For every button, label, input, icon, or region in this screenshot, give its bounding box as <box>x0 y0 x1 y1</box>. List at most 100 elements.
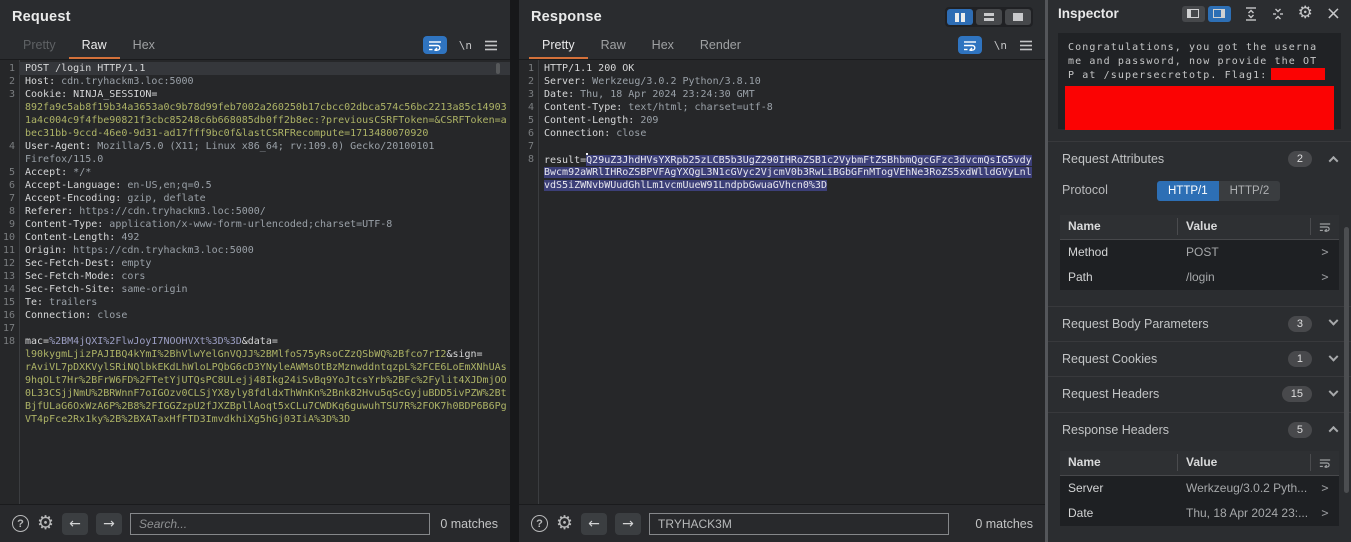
help-icon[interactable]: ? <box>12 515 29 532</box>
code-line[interactable]: 18mac=%2BM4jQXI%2FlwJoyI7NOOHVXt%3D%3D&d… <box>0 335 510 348</box>
burp-repeater-view: Request PrettyRawHex \n 1POST /lo <box>0 0 1351 542</box>
code-line[interactable]: 14Sec-Fetch-Site: same-origin <box>0 283 510 296</box>
table-header-row: NameValue <box>1060 215 1339 240</box>
code-line[interactable]: 1POST /login HTTP/1.1 <box>0 62 510 75</box>
request-search-input[interactable] <box>130 513 430 535</box>
code-line[interactable]: 6Connection: close <box>519 127 1045 140</box>
response-title: Response <box>531 9 602 25</box>
code-line[interactable]: 4User-Agent: Mozilla/5.0 (X11; Linux x86… <box>0 140 510 153</box>
code-line[interactable]: 7Accept-Encoding: gzip, deflate <box>0 192 510 205</box>
request-editor[interactable]: 1POST /login HTTP/1.12Host: cdn.tryhackm… <box>0 60 510 504</box>
tab-pretty[interactable]: Pretty <box>529 35 588 59</box>
expand-all-icon[interactable] <box>1244 7 1258 21</box>
response-editor[interactable]: 1HTTP/1.1 200 OK2Server: Werkzeug/3.0.2 … <box>519 60 1045 504</box>
inspector-close-icon[interactable]: × <box>1326 5 1341 23</box>
editor-menu-icon[interactable] <box>1019 40 1033 51</box>
search-next-button[interactable]: → <box>615 513 641 535</box>
show-newlines-toggle[interactable]: \n <box>459 39 472 52</box>
table-row[interactable]: ServerWerkzeug/3.0.2 Pyth...> <box>1060 476 1339 501</box>
table-row[interactable]: DateThu, 18 Apr 2024 23:...> <box>1060 501 1339 526</box>
code-line[interactable]: 11Origin: https://cdn.tryhackm3.loc:5000 <box>0 244 510 257</box>
show-newlines-toggle[interactable]: \n <box>994 39 1007 52</box>
code-line[interactable]: 9hqOLt7Hr%2BFrW6FD%2FTetYjUTQsPC8ULejj48… <box>0 374 510 387</box>
code-line[interactable]: 2Server: Werkzeug/3.0.2 Python/3.8.10 <box>519 75 1045 88</box>
search-prev-button[interactable]: ← <box>581 513 607 535</box>
section-request-cookies[interactable]: Request Cookies 1 <box>1048 341 1351 376</box>
code-line[interactable]: 17 <box>0 322 510 335</box>
code-line[interactable]: rAviVL7pDXKVylSRiNQlbkEKdLhWloLPQbG6cD3Y… <box>0 361 510 374</box>
collapse-all-icon[interactable] <box>1271 7 1285 21</box>
help-icon[interactable]: ? <box>531 515 548 532</box>
line-number: 1 <box>0 62 19 75</box>
section-request-attributes[interactable]: Request Attributes 2 <box>1048 141 1351 176</box>
request-scrollbar-thumb[interactable] <box>496 63 500 74</box>
request-panel: Request PrettyRawHex \n 1POST /lo <box>0 0 519 542</box>
response-match-count: 0 matches <box>975 517 1033 531</box>
tab-hex[interactable]: Hex <box>639 35 687 59</box>
code-line[interactable]: Bwcm92aWRlIHRoZSBPVFAgYXQgL3N1cGVyc2Vjcm… <box>519 166 1045 179</box>
table-row[interactable]: MethodPOST> <box>1060 240 1339 265</box>
line-number: 5 <box>519 114 538 127</box>
columns-layout-button[interactable] <box>947 9 973 25</box>
table-row[interactable]: Path/login> <box>1060 265 1339 290</box>
tab-raw[interactable]: Raw <box>588 35 639 59</box>
tab-render[interactable]: Render <box>687 35 754 59</box>
code-line[interactable]: 0L33CSjjNmU%2BRWnnF7oIGOzv0CLSjYX8yly8fd… <box>0 387 510 400</box>
code-line[interactable]: 4Content-Type: text/html; charset=utf-8 <box>519 101 1045 114</box>
tab-hex[interactable]: Hex <box>120 35 168 59</box>
code-line[interactable]: Firefox/115.0 <box>0 153 510 166</box>
code-line[interactable]: 15Te: trailers <box>0 296 510 309</box>
word-wrap-toggle-button[interactable] <box>423 36 447 54</box>
inspector-settings-gear-icon[interactable]: ⚙ <box>1298 5 1313 22</box>
code-line[interactable]: 5Accept: */* <box>0 166 510 179</box>
rows-layout-button[interactable] <box>976 9 1002 25</box>
code-line[interactable]: bec31bb-9ccd-46e0-9d31-ad17fff9bc0f&last… <box>0 127 510 140</box>
code-line[interactable]: 16Connection: close <box>0 309 510 322</box>
code-line[interactable]: 13Sec-Fetch-Mode: cors <box>0 270 510 283</box>
single-layout-button[interactable] <box>1005 9 1031 25</box>
code-line[interactable]: 1HTTP/1.1 200 OK <box>519 62 1045 75</box>
code-line[interactable]: 8Referer: https://cdn.tryhackm3.loc:5000… <box>0 205 510 218</box>
code-line[interactable]: 892fa9c5ab8f19b34a3653a0c9b78d99feb7002a… <box>0 101 510 114</box>
tab-pretty[interactable]: Pretty <box>10 35 69 59</box>
decoded-selection-box[interactable]: Congratulations, you got the userna me a… <box>1058 33 1341 129</box>
code-line[interactable]: 2Host: cdn.tryhackm3.loc:5000 <box>0 75 510 88</box>
protocol-row: Protocol HTTP/1HTTP/2 <box>1048 177 1351 211</box>
tab-raw[interactable]: Raw <box>69 35 120 59</box>
code-line[interactable]: 1a4c004c9f4fbe90821f3cbc85248c6b668085db… <box>0 114 510 127</box>
dock-left-button[interactable] <box>1182 6 1205 22</box>
code-line[interactable]: 12Sec-Fetch-Dest: empty <box>0 257 510 270</box>
code-line[interactable]: vdS5iZWNvbWUudGhlLm1vcmUueW91LndpbGwuaGV… <box>519 179 1045 192</box>
line-number: 17 <box>0 322 19 335</box>
search-settings-gear-icon[interactable]: ⚙ <box>37 514 54 533</box>
word-wrap-icon <box>963 40 977 51</box>
section-request-headers[interactable]: Request Headers 15 <box>1048 376 1351 411</box>
code-line[interactable]: BjfULaG6OxWzA6P%2B8%2FIGGZzpU2fJXZBpllAo… <box>0 400 510 413</box>
line-number: 12 <box>0 257 19 270</box>
code-line[interactable]: 6Accept-Language: en-US,en;q=0.5 <box>0 179 510 192</box>
code-line[interactable]: 10Content-Length: 492 <box>0 231 510 244</box>
protocol-option-http1[interactable]: HTTP/1 <box>1157 181 1219 201</box>
section-response-headers[interactable]: Response Headers 5 <box>1048 412 1351 447</box>
code-line[interactable]: l90kygmLjizPAJIBQ4kYmI%2BhVlwYelGnVQJJ%2… <box>0 348 510 361</box>
search-next-button[interactable]: → <box>96 513 122 535</box>
code-line[interactable]: VT4pFce2Rx1ky%2B%2BXATaxHfFTD3ImvdkhiXg5… <box>0 413 510 426</box>
line-number: 7 <box>519 140 538 153</box>
code-line[interactable]: 5Content-Length: 209 <box>519 114 1045 127</box>
response-search-input[interactable] <box>649 513 949 535</box>
code-line[interactable]: 7 <box>519 140 1045 153</box>
dock-right-button[interactable] <box>1208 6 1231 22</box>
code-line[interactable]: 8result=Q29uZ3JhdHVsYXRpb25zLCB5b3UgZ290… <box>519 153 1045 166</box>
code-line[interactable]: 3Cookie: NINJA_SESSION= <box>0 88 510 101</box>
search-settings-gear-icon[interactable]: ⚙ <box>556 514 573 533</box>
code-line[interactable]: 9Content-Type: application/x-www-form-ur… <box>0 218 510 231</box>
code-line[interactable]: 3Date: Thu, 18 Apr 2024 23:24:30 GMT <box>519 88 1045 101</box>
inspector-scrollbar-thumb[interactable] <box>1344 227 1349 493</box>
editor-menu-icon[interactable] <box>484 40 498 51</box>
response-tabbar: PrettyRawHexRender \n <box>519 34 1045 60</box>
line-number <box>0 153 19 166</box>
section-request-body-parameters[interactable]: Request Body Parameters 3 <box>1048 306 1351 341</box>
word-wrap-toggle-button[interactable] <box>958 36 982 54</box>
search-prev-button[interactable]: ← <box>62 513 88 535</box>
protocol-option-http2[interactable]: HTTP/2 <box>1219 181 1281 201</box>
